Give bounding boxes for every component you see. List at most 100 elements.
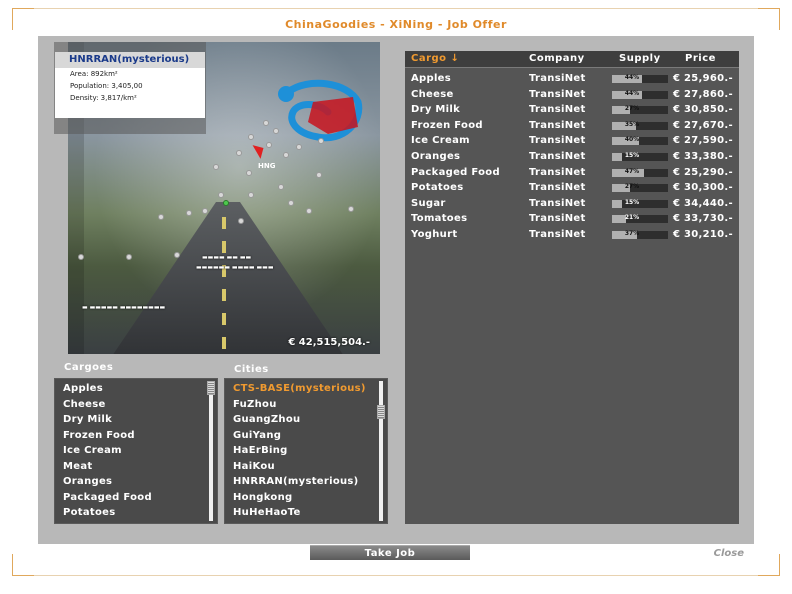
- map-city-dot[interactable]: [318, 138, 324, 144]
- table-row[interactable]: Yoghurt TransiNet 37% € 30,210.-: [405, 228, 739, 244]
- map-city-dot[interactable]: [288, 200, 294, 206]
- road-image: [108, 202, 348, 354]
- supply-percent: 27%: [624, 183, 640, 191]
- company-cell: TransiNet: [529, 73, 586, 84]
- map-city-dot[interactable]: [213, 164, 219, 170]
- take-job-button[interactable]: Take Job: [310, 545, 470, 560]
- map-city-dot[interactable]: [273, 128, 279, 134]
- cargoes-scrollbar[interactable]: [207, 381, 215, 521]
- cargoes-list: Apples Cheese Dry Milk Frozen Food Ice Cream…: [54, 378, 218, 524]
- cargo-list-item[interactable]: Packaged Food: [55, 490, 217, 506]
- cities-scrollbar[interactable]: [377, 381, 385, 521]
- company-cell: TransiNet: [529, 88, 586, 100]
- table-row[interactable]: Sugar TransiNet 15% € 34,440.-: [405, 197, 739, 213]
- cargo-list-item[interactable]: Frozen Food: [55, 428, 217, 444]
- cargo-cell: Oranges: [411, 151, 461, 162]
- cargo-cell: Potatoes: [411, 182, 464, 194]
- map-city-dot[interactable]: [283, 152, 289, 158]
- map-city-dot[interactable]: [248, 192, 254, 198]
- cargo-list-item[interactable]: Meat: [55, 459, 217, 475]
- supply-bar: 40%: [612, 136, 668, 146]
- cargo-list-item[interactable]: Cheese: [55, 397, 217, 413]
- city-list-item[interactable]: GuangZhou: [225, 412, 387, 428]
- map-city-dot[interactable]: [316, 172, 322, 178]
- cargo-cell: Cheese: [411, 88, 454, 100]
- road-line: [222, 217, 226, 354]
- city-list-item[interactable]: HaErBing: [225, 443, 387, 459]
- map-city-dot[interactable]: [306, 208, 312, 214]
- cargo-cell: Apples: [411, 73, 452, 84]
- column-header-supply[interactable]: Supply: [619, 53, 661, 64]
- table-row[interactable]: Packaged Food TransiNet 47% € 25,290.-: [405, 166, 739, 182]
- map-city-dot[interactable]: [202, 208, 208, 214]
- table-row[interactable]: Tomatoes TransiNet 21% € 33,730.-: [405, 212, 739, 228]
- map-city-dot[interactable]: [278, 184, 284, 190]
- table-row[interactable]: Frozen Food TransiNet 35% € 27,670.-: [405, 119, 739, 135]
- supply-percent: 15%: [624, 152, 640, 159]
- column-header-price[interactable]: Price: [685, 53, 716, 64]
- table-row[interactable]: Dry Milk TransiNet 27% € 30,850.-: [405, 103, 739, 119]
- city-density: Density: 3,817/km²: [70, 94, 137, 102]
- supply-percent: 40%: [624, 136, 640, 144]
- price-cell: € 33,380.-: [673, 151, 733, 162]
- price-cell: € 30,210.-: [673, 229, 733, 240]
- cargoes-title: Cargoes: [64, 362, 114, 373]
- window-title: ChinaGoodies - XiNing - Job Offer: [285, 18, 507, 31]
- map-city-dot[interactable]: [218, 192, 224, 198]
- city-list-item[interactable]: CTS-BASE(mysterious): [225, 381, 387, 397]
- map-city-dot[interactable]: [158, 214, 164, 220]
- map-city-dot[interactable]: [186, 210, 192, 216]
- cargo-cell: Ice Cream: [411, 135, 470, 147]
- map-city-dot[interactable]: [126, 254, 132, 260]
- company-cell: TransiNet: [529, 151, 586, 162]
- map-city-dot[interactable]: [78, 254, 84, 260]
- table-row[interactable]: Potatoes TransiNet 27% € 30,300.-: [405, 181, 739, 197]
- map-city-dot[interactable]: [296, 144, 302, 150]
- table-row[interactable]: Oranges TransiNet 15% € 33,380.-: [405, 150, 739, 166]
- map-city-dot[interactable]: [246, 170, 252, 176]
- cargo-cell: Yoghurt: [411, 229, 458, 240]
- table-row[interactable]: Ice Cream TransiNet 40% € 27,590.-: [405, 134, 739, 150]
- city-list-item[interactable]: FuZhou: [225, 397, 387, 413]
- supply-percent: 27%: [624, 105, 640, 113]
- price-cell: € 33,730.-: [673, 213, 733, 225]
- cargo-list-item[interactable]: Potatoes: [55, 505, 217, 521]
- map-city-dot[interactable]: [263, 120, 269, 126]
- company-cell: TransiNet: [529, 213, 586, 225]
- map-city-dot[interactable]: [238, 218, 244, 224]
- cargo-list-item[interactable]: Oranges: [55, 474, 217, 490]
- close-button[interactable]: Close: [714, 548, 744, 559]
- map-city-dot[interactable]: [266, 142, 272, 148]
- cargo-cell: Dry Milk: [411, 104, 461, 116]
- map-city-dot[interactable]: [348, 206, 354, 212]
- supply-bar: 15%: [612, 198, 668, 208]
- city-list-item[interactable]: HaiKou: [225, 459, 387, 475]
- map-city-dot[interactable]: [248, 134, 254, 140]
- supply-bar: 44%: [612, 74, 668, 83]
- map-city-dot[interactable]: [174, 252, 180, 258]
- map-current-city-dot[interactable]: [223, 200, 229, 206]
- scroll-grip-icon[interactable]: [377, 405, 385, 419]
- table-row[interactable]: Cheese TransiNet 44% € 27,860.-: [405, 88, 739, 104]
- city-list-item[interactable]: GuiYang: [225, 428, 387, 444]
- cargo-list-item[interactable]: Dry Milk: [55, 412, 217, 428]
- cargo-list-item[interactable]: Apples: [55, 381, 217, 397]
- column-header-cargo[interactable]: Cargo ↓: [411, 53, 459, 64]
- city-list-item[interactable]: HNRRAN(mysterious): [225, 474, 387, 490]
- supply-percent: 15%: [624, 198, 640, 206]
- table-row[interactable]: Apples TransiNet 44% € 25,960.-: [405, 72, 739, 88]
- city-list-item[interactable]: HuHeHaoTe: [225, 505, 387, 521]
- cities-title: Cities: [234, 364, 269, 375]
- supply-bar: 35%: [612, 121, 668, 130]
- supply-bar: 44%: [612, 90, 668, 99]
- promo-banner-text: ▬▬▬▬ ▬▬ ▬▬: [202, 254, 252, 261]
- scroll-grip-icon[interactable]: [207, 381, 215, 395]
- price-cell: € 34,440.-: [673, 197, 733, 209]
- company-cell: TransiNet: [529, 119, 586, 131]
- promo-banner-text: ▬▬▬▬▬▬ ▬▬▬▬ ▬▬▬: [196, 264, 274, 271]
- map-city-dot[interactable]: [236, 150, 242, 156]
- column-header-company[interactable]: Company: [529, 53, 585, 64]
- city-list-item[interactable]: Hongkong: [225, 490, 387, 506]
- city-name: HNRRAN(mysterious): [55, 52, 205, 68]
- cargo-list-item[interactable]: Ice Cream: [55, 443, 217, 459]
